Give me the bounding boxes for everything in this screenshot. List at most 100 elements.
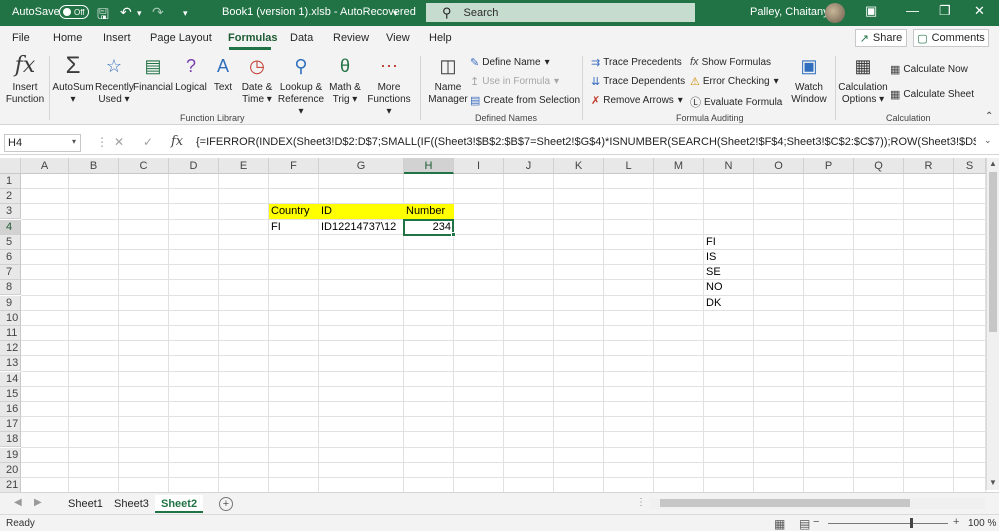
prev-sheet-icon[interactable]: ◀ bbox=[14, 497, 22, 508]
cell-g3[interactable]: ID bbox=[319, 204, 404, 220]
row-header-2[interactable]: 2 bbox=[0, 189, 21, 205]
scroll-down-icon[interactable]: ▼ bbox=[989, 478, 997, 487]
row-header-7[interactable]: 7 bbox=[0, 265, 21, 281]
redo-icon[interactable]: ↷ bbox=[152, 4, 164, 21]
worksheet-grid[interactable]: A B C D E F G H I J K L M N O P Q R S 1 2 3 4 5 6 7 8 9 10 11 12 13 14 15… bbox=[0, 158, 999, 494]
watch-window-button[interactable]: ▣ Watch Window bbox=[788, 54, 830, 106]
lookup-reference-button[interactable]: ⚲ Lookup & Reference ▾ bbox=[276, 54, 326, 118]
column-header-p[interactable]: P bbox=[804, 158, 854, 174]
tab-splitter-icon[interactable]: ⋮ bbox=[636, 497, 646, 508]
column-header-c[interactable]: C bbox=[119, 158, 169, 174]
name-box[interactable]: H4 ▾ bbox=[4, 134, 81, 152]
tab-home[interactable]: Home bbox=[53, 32, 82, 44]
row-header-16[interactable]: 16 bbox=[0, 402, 21, 417]
trace-dependents-button[interactable]: ⇊ Trace Dependents bbox=[591, 75, 685, 88]
column-header-b[interactable]: B bbox=[69, 158, 119, 174]
column-header-q[interactable]: Q bbox=[854, 158, 904, 174]
row-header-15[interactable]: 15 bbox=[0, 386, 21, 402]
tab-view[interactable]: View bbox=[386, 32, 410, 44]
fill-handle[interactable] bbox=[451, 231, 456, 237]
undo-dropdown-icon[interactable]: ▾ bbox=[137, 8, 142, 19]
next-sheet-icon[interactable]: ▶ bbox=[34, 497, 42, 508]
column-header-i[interactable]: I bbox=[454, 158, 504, 174]
zoom-slider[interactable] bbox=[828, 523, 948, 524]
column-header-s[interactable]: S bbox=[954, 158, 986, 174]
page-layout-view-icon[interactable]: ▤ bbox=[799, 517, 810, 531]
column-header-m[interactable]: M bbox=[654, 158, 704, 174]
formula-input[interactable]: {=IFERROR(INDEX(Sheet3!D$2:D$7;SMALL(IF(… bbox=[196, 136, 976, 148]
vertical-scroll-thumb[interactable] bbox=[989, 172, 997, 332]
row-header-18[interactable]: 18 bbox=[0, 432, 21, 448]
financial-button[interactable]: ▤ Financial bbox=[133, 54, 173, 94]
column-header-h[interactable]: H bbox=[404, 158, 454, 174]
error-checking-button[interactable]: ⚠ Error Checking ▾ bbox=[690, 75, 779, 88]
evaluate-formula-button[interactable]: Ⓛ Evaluate Formula bbox=[690, 94, 782, 110]
tab-page-layout[interactable]: Page Layout bbox=[150, 32, 212, 44]
date-time-button[interactable]: ◷ Date & Time ▾ bbox=[238, 54, 276, 106]
save-icon[interactable]: 🖫 bbox=[97, 4, 109, 28]
minimize-icon[interactable]: — bbox=[906, 3, 919, 18]
row-header-9[interactable]: 9 bbox=[0, 295, 21, 311]
autosave-toggle[interactable]: Off bbox=[59, 5, 89, 19]
horizontal-scrollbar[interactable] bbox=[650, 498, 985, 509]
trace-precedents-button[interactable]: ⇉ Trace Precedents bbox=[591, 56, 682, 69]
row-header-5[interactable]: 5 bbox=[0, 234, 21, 250]
sheet-tab-sheet1[interactable]: Sheet1 bbox=[62, 495, 109, 513]
cell-n6[interactable]: IS bbox=[704, 250, 754, 265]
math-trig-button[interactable]: θ Math & Trig ▾ bbox=[326, 54, 364, 106]
calculate-sheet-button[interactable]: ▦ Calculate Sheet bbox=[890, 88, 974, 101]
row-header-6[interactable]: 6 bbox=[0, 250, 21, 265]
tab-insert[interactable]: Insert bbox=[103, 32, 131, 44]
cell-f3[interactable]: Country bbox=[269, 204, 319, 220]
recently-used-button[interactable]: ☆ Recently Used ▾ bbox=[95, 54, 134, 106]
column-header-a[interactable]: A bbox=[21, 158, 69, 174]
row-header-11[interactable]: 11 bbox=[0, 326, 21, 341]
column-header-e[interactable]: E bbox=[219, 158, 269, 174]
column-header-j[interactable]: J bbox=[504, 158, 554, 174]
column-header-l[interactable]: L bbox=[604, 158, 654, 174]
column-header-o[interactable]: O bbox=[754, 158, 804, 174]
show-formulas-button[interactable]: fx Show Formulas bbox=[690, 56, 771, 68]
calculate-now-button[interactable]: ▦ Calculate Now bbox=[890, 63, 968, 76]
scroll-up-icon[interactable]: ▲ bbox=[989, 159, 997, 168]
row-header-19[interactable]: 19 bbox=[0, 447, 21, 463]
share-button[interactable]: ↗ Share bbox=[855, 29, 907, 47]
use-in-formula-button[interactable]: ↥ Use in Formula ▾ bbox=[470, 75, 559, 88]
text-button[interactable]: A Text bbox=[209, 54, 237, 94]
zoom-slider-knob[interactable] bbox=[910, 518, 913, 528]
tab-file[interactable]: File bbox=[12, 32, 30, 44]
autosum-button[interactable]: Σ AutoSum ▾ bbox=[51, 54, 95, 106]
cell-g4[interactable]: ID12214737\12 bbox=[319, 220, 404, 235]
zoom-in-icon[interactable]: + bbox=[953, 516, 959, 528]
zoom-out-icon[interactable]: − bbox=[813, 516, 819, 528]
customize-toolbar-icon[interactable]: ▾ bbox=[183, 8, 188, 19]
cell-n5[interactable]: FI bbox=[704, 235, 754, 250]
tab-data[interactable]: Data bbox=[290, 32, 313, 44]
column-header-g[interactable]: G bbox=[319, 158, 404, 174]
restore-icon[interactable]: ❐ bbox=[939, 3, 951, 19]
cell-n7[interactable]: SE bbox=[704, 265, 754, 280]
insert-function-button[interactable]: fx Insert Function bbox=[4, 54, 46, 106]
ribbon-display-icon[interactable]: ▣ bbox=[865, 3, 877, 19]
more-functions-button[interactable]: ⋯ More Functions ▾ bbox=[364, 54, 414, 118]
row-header-4[interactable]: 4 bbox=[0, 219, 21, 235]
column-header-k[interactable]: K bbox=[554, 158, 604, 174]
row-header-13[interactable]: 13 bbox=[0, 356, 21, 372]
tab-formulas[interactable]: Formulas bbox=[228, 32, 278, 44]
search-box[interactable]: ⚲ Search bbox=[426, 3, 695, 22]
row-header-21[interactable]: 21 bbox=[0, 478, 21, 493]
collapse-ribbon-icon[interactable]: ⌃ bbox=[985, 111, 993, 122]
column-header-r[interactable]: R bbox=[904, 158, 954, 174]
remove-arrows-button[interactable]: ✗ Remove Arrows ▾ bbox=[591, 94, 683, 107]
vertical-scrollbar[interactable]: ▲ ▼ bbox=[986, 158, 999, 490]
row-header-14[interactable]: 14 bbox=[0, 371, 21, 387]
close-icon[interactable]: ✕ bbox=[974, 3, 985, 19]
create-from-selection-button[interactable]: ▤ Create from Selection bbox=[470, 94, 580, 107]
define-name-button[interactable]: ✎ Define Name ▾ bbox=[470, 56, 550, 69]
column-header-f[interactable]: F bbox=[269, 158, 319, 174]
undo-icon[interactable]: ↶ bbox=[120, 4, 132, 21]
comments-button[interactable]: ▢ Comments bbox=[913, 29, 989, 47]
formula-bar-options-icon[interactable]: ⋮ bbox=[96, 135, 108, 149]
cancel-icon[interactable]: ✕ bbox=[114, 135, 124, 149]
zoom-level[interactable]: 100 % bbox=[968, 518, 996, 529]
